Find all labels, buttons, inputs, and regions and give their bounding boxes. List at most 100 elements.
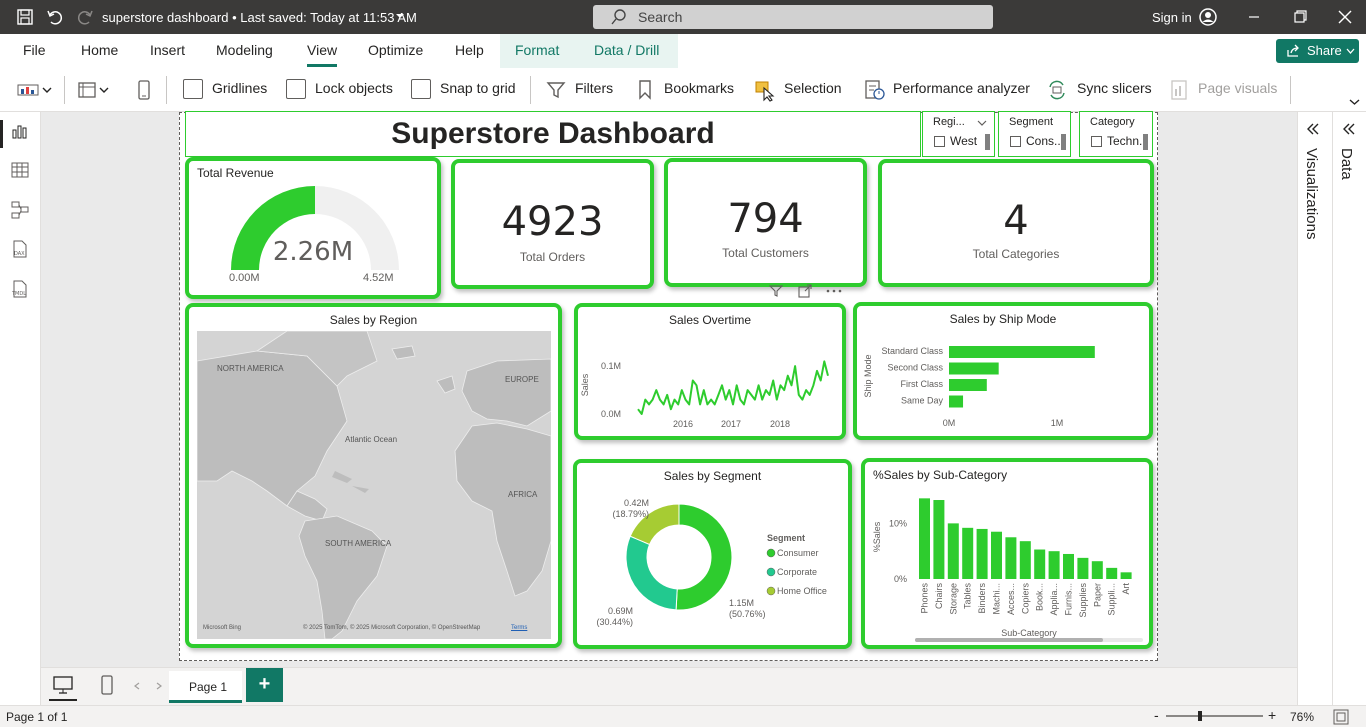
total-revenue-gauge[interactable]: Total Revenue 2.26M 0.00M 4.52M (185, 157, 441, 299)
sync-slicers-button[interactable]: Sync slicers (1077, 80, 1152, 96)
gridlines-label[interactable]: Gridlines (212, 80, 267, 96)
dax-query-view-icon[interactable]: DAX (11, 240, 29, 258)
x-tick-label: 2017 (721, 419, 741, 429)
tab-format[interactable]: Format (515, 42, 559, 58)
page-tab[interactable]: Page 1 (169, 671, 242, 703)
segment-slicer[interactable]: Segment Cons... (998, 111, 1071, 157)
sales-by-region-map[interactable]: Sales by Region NORTH AMERICA EUROPE Atl… (185, 303, 562, 648)
share-button[interactable]: Share (1276, 39, 1359, 63)
close-icon[interactable] (1336, 8, 1354, 26)
mobile-view-icon[interactable] (100, 674, 114, 696)
account-icon[interactable] (1199, 8, 1217, 26)
donut-slice (625, 535, 678, 611)
zoom-slider-thumb[interactable] (1198, 711, 1202, 721)
separator (166, 76, 167, 104)
zoom-slider[interactable] (1166, 715, 1263, 717)
zoom-out-button[interactable]: - (1154, 707, 1159, 723)
tab-insert[interactable]: Insert (150, 42, 185, 58)
fit-to-page-icon[interactable] (1333, 709, 1349, 725)
slicer-header: Category (1090, 116, 1135, 128)
slicer-value[interactable]: West (950, 134, 977, 148)
map-canvas[interactable]: NORTH AMERICA EUROPE Atlantic Ocean AFRI… (197, 331, 551, 639)
snap-to-grid-checkbox[interactable] (411, 79, 431, 99)
add-page-button[interactable]: + (246, 668, 283, 702)
tab-modeling[interactable]: Modeling (216, 42, 273, 58)
slicer-checkbox[interactable] (1010, 136, 1021, 147)
desktop-view-icon[interactable] (52, 675, 74, 695)
model-view-icon[interactable] (11, 201, 29, 219)
tab-view[interactable]: View (307, 42, 338, 67)
page-view-icon[interactable] (77, 81, 117, 99)
next-page-icon[interactable] (155, 682, 163, 690)
total-categories-card[interactable]: 4 Total Categories (878, 159, 1154, 287)
performance-analyzer-icon[interactable] (864, 79, 886, 101)
bookmark-icon[interactable] (637, 79, 653, 101)
dashboard-title-box[interactable]: Superstore Dashboard (185, 111, 921, 157)
restore-icon[interactable] (1291, 8, 1309, 26)
redo-icon[interactable] (76, 8, 94, 26)
minimize-icon[interactable] (1245, 8, 1263, 26)
slicer-scrollbar[interactable] (1143, 134, 1148, 150)
selection-button[interactable]: Selection (784, 80, 842, 96)
more-options-icon[interactable] (825, 284, 843, 298)
chevron-down-icon[interactable] (395, 11, 405, 21)
tab-data-drill[interactable]: Data / Drill (594, 42, 659, 58)
snap-to-grid-label[interactable]: Snap to grid (440, 80, 516, 96)
lock-objects-checkbox[interactable] (286, 79, 306, 99)
slicer-value[interactable]: Cons... (1026, 134, 1064, 148)
data-pane-label[interactable]: Data (1338, 148, 1355, 180)
selection-icon[interactable] (754, 80, 776, 102)
undo-icon[interactable] (46, 8, 64, 26)
total-customers-card[interactable]: 794 Total Customers (664, 158, 867, 287)
expand-data-icon[interactable] (1342, 122, 1356, 136)
filter-icon[interactable] (769, 284, 783, 298)
collapse-ribbon-icon[interactable] (1349, 98, 1360, 106)
sync-slicers-icon[interactable] (1046, 79, 1068, 101)
sales-by-subcategory-chart[interactable]: %Sales by Sub-Category %Sales 0% 10% Phones… (861, 458, 1153, 649)
sales-by-ship-mode-chart[interactable]: Sales by Ship Mode Ship Mode Standard Cla… (853, 302, 1153, 440)
save-icon[interactable] (16, 8, 34, 26)
total-orders-card[interactable]: 4923 Total Orders (451, 159, 654, 289)
filters-button[interactable]: Filters (575, 80, 613, 96)
sales-by-segment-chart[interactable]: Sales by Segment 1.15M (50.76%) 0.69M (30.4… (573, 459, 852, 649)
bookmarks-button[interactable]: Bookmarks (664, 80, 734, 96)
slicer-checkbox[interactable] (934, 136, 945, 147)
performance-analyzer-button[interactable]: Performance analyzer (893, 80, 1030, 96)
separator (64, 76, 65, 104)
zoom-in-button[interactable]: + (1268, 707, 1276, 723)
tmdl-view-icon[interactable]: TMDL (11, 280, 29, 298)
sales-overtime-chart[interactable]: Sales Overtime Sales 0.0M 0.1M 2016 2017 2018 (574, 303, 846, 440)
mobile-layout-icon[interactable] (137, 80, 151, 100)
filter-icon[interactable] (546, 80, 566, 100)
table-view-icon[interactable] (11, 161, 29, 179)
search-box[interactable]: Search (593, 5, 993, 29)
map-label-north-america: NORTH AMERICA (217, 364, 284, 373)
gridlines-checkbox[interactable] (183, 79, 203, 99)
bar (949, 362, 999, 375)
tab-file[interactable]: File (23, 42, 46, 58)
legend-marker (766, 548, 776, 558)
slicer-scrollbar[interactable] (985, 134, 990, 150)
slicer-checkbox[interactable] (1091, 136, 1102, 147)
category-label: Storage (948, 583, 958, 615)
column-bar (976, 528, 988, 579)
visualizations-pane-label[interactable]: Visualizations (1303, 148, 1320, 239)
themes-icon[interactable] (17, 82, 55, 98)
focus-mode-icon[interactable] (798, 284, 812, 298)
lock-objects-label[interactable]: Lock objects (315, 80, 393, 96)
tab-home[interactable]: Home (81, 42, 118, 58)
sign-in-link[interactable]: Sign in (1152, 10, 1192, 25)
tab-help[interactable]: Help (455, 42, 484, 58)
slicer-scrollbar[interactable] (1061, 134, 1066, 150)
map-terms-link[interactable]: Terms (511, 625, 527, 631)
dashboard-title: Superstore Dashboard (391, 117, 715, 150)
previous-page-icon[interactable] (133, 682, 141, 690)
report-view-icon[interactable] (11, 122, 29, 140)
tab-optimize[interactable]: Optimize (368, 42, 423, 58)
region-slicer[interactable]: Regi... West (922, 111, 995, 157)
gauge-max: 4.52M (363, 272, 394, 284)
expand-visualizations-icon[interactable] (1306, 122, 1320, 136)
chevron-down-icon[interactable] (977, 120, 987, 127)
legend-label: Consumer (777, 548, 819, 558)
category-slicer[interactable]: Category Techn... (1079, 111, 1153, 157)
